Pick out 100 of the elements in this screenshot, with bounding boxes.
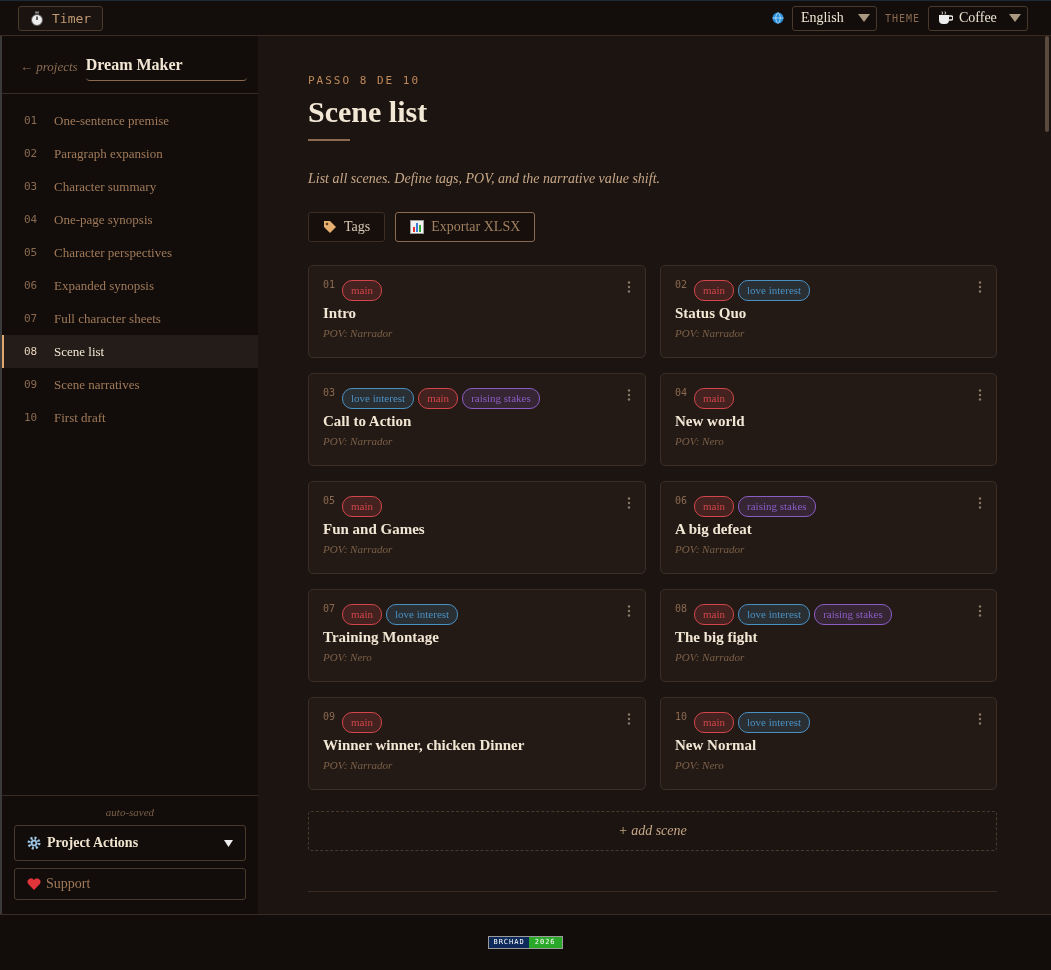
scene-number: 08 [675,603,688,614]
scene-title: New Normal [675,737,758,754]
back-link[interactable]: ← projects [20,58,78,75]
heart-icon [27,878,41,890]
more-icon[interactable] [978,497,982,509]
tag-chip: raising stakes [462,387,540,409]
tag-chip: love interest [738,279,811,301]
theme-select[interactable]: Coffee [928,5,1028,31]
scene-title: Intro [323,305,358,322]
add-scene-button[interactable]: + add scene [308,811,997,851]
more-icon[interactable] [978,389,982,401]
more-icon[interactable] [627,281,631,293]
autosave-status: auto-saved [104,806,156,818]
scene-pov: POV: Nero [323,651,373,663]
tag-chip: main [342,495,383,517]
page-description: List all scenes. Define tags, POV, and the narrative value shift. [308,171,662,187]
tag-chip: main [342,279,383,301]
scene-card[interactable]: 01 main Intro POV: Narrador [308,265,646,358]
tag-chip: main [342,603,383,625]
scene-pov: POV: Narrador [675,651,746,663]
step-item[interactable]: 03 Character summary [2,170,258,203]
scene-number: 06 [675,495,688,506]
project-name-field[interactable]: Dream Maker [85,52,247,81]
more-icon[interactable] [627,389,631,401]
scene-title: Winner winner, chicken Dinner [323,737,526,754]
scene-card[interactable]: 09 main Winner winner, chicken Dinner POV: Narrador [308,697,646,790]
more-icon[interactable] [978,713,982,725]
scene-pov: POV: Narrador [323,435,394,447]
more-icon[interactable] [627,713,631,725]
scene-pov: POV: Narrador [675,327,746,339]
more-icon[interactable] [978,605,982,617]
scene-pov: POV: Nero [675,759,725,771]
caret-icon [857,14,870,22]
tags-button[interactable]: Tags [308,212,386,242]
more-icon[interactable] [627,497,631,509]
scene-number: 04 [675,387,688,398]
scene-number: 01 [323,279,336,290]
more-icon[interactable] [978,281,982,293]
scene-pov: POV: Narrador [323,327,394,339]
tag-chip: raising stakes [814,603,892,625]
scene-number: 07 [323,603,336,614]
step-item[interactable]: 10 First draft [2,401,258,434]
scene-pov: POV: Nero [675,435,725,447]
tag-chip: main [694,387,735,409]
scene-title: Status Quo [675,305,748,322]
tag-chip: main [694,711,735,733]
step-item[interactable]: 09 Scene narratives [2,368,258,401]
timer-button[interactable]: Timer [18,5,104,31]
globe-icon [771,12,784,24]
tag-icon [323,220,337,234]
step-item[interactable]: 04 One-page synopsis [2,203,258,236]
scene-title: Call to Action [323,413,413,430]
scene-title: New world [675,413,746,430]
scene-card[interactable]: 10 main love interest New Normal POV: Nero [660,697,997,790]
scene-number: 09 [323,711,336,722]
scene-card[interactable]: 04 main New world POV: Nero [660,373,997,466]
page-title: Scene list [308,95,429,129]
scene-card[interactable]: 06 main raising stakes A big defeat POV: Narrador [660,481,997,574]
scene-title: Fun and Games [323,521,426,538]
scene-number: 10 [675,711,688,722]
scene-card[interactable]: 05 main Fun and Games POV: Narrador [308,481,646,574]
scene-pov: POV: Narrador [323,759,394,771]
scene-pov: POV: Narrador [323,543,394,555]
tag-chip: main [418,387,459,409]
step-item[interactable]: 08 Scene list [2,335,258,368]
tag-chip: raising stakes [738,495,816,517]
project-actions-button[interactable]: Project Actions [14,825,246,861]
bar-chart-icon [410,220,425,234]
scene-number: 03 [323,387,336,398]
step-item[interactable]: 01 One-sentence premise [2,104,258,137]
tag-chip: main [342,711,383,733]
tag-chip: love interest [386,603,459,625]
scene-card[interactable]: 07 main love interest Training Montage POV: Nero [308,589,646,682]
scene-title: Training Montage [323,629,440,646]
stopwatch-icon [30,10,44,26]
more-icon[interactable] [627,605,631,617]
step-item[interactable]: 02 Paragraph expansion [2,137,258,170]
tag-chip: main [694,603,735,625]
language-select[interactable]: English [791,5,877,31]
tag-chip: main [694,495,735,517]
tag-chip: love interest [342,387,415,409]
caret-icon [224,839,233,847]
step-item[interactable]: 06 Expanded synopsis [2,269,258,302]
tag-chip: love interest [738,711,811,733]
scene-card[interactable]: 03 love interest main raising stakes Call to Action POV: Narrador [308,373,646,466]
scene-pov: POV: Narrador [675,543,746,555]
scene-number: 02 [675,279,688,290]
theme-label: THEME [884,12,920,24]
export-button[interactable]: Exportar XLSX [395,212,536,242]
support-button[interactable]: Support [14,868,246,900]
step-counter: PASSO 8 DE 10 [308,74,422,87]
scene-number: 05 [323,495,336,506]
step-item[interactable]: 05 Character perspectives [2,236,258,269]
step-item[interactable]: 07 Full character sheets [2,302,258,335]
scene-card[interactable]: 02 main love interest Status Quo POV: Narrador [660,265,997,358]
scene-title: The big fight [675,629,759,646]
tag-chip: love interest [738,603,811,625]
scene-title: A big defeat [675,521,753,538]
scrollbar-thumb[interactable] [1044,36,1049,132]
scene-card[interactable]: 08 main love interest raising stakes The big fight POV: Narrador [660,589,997,682]
